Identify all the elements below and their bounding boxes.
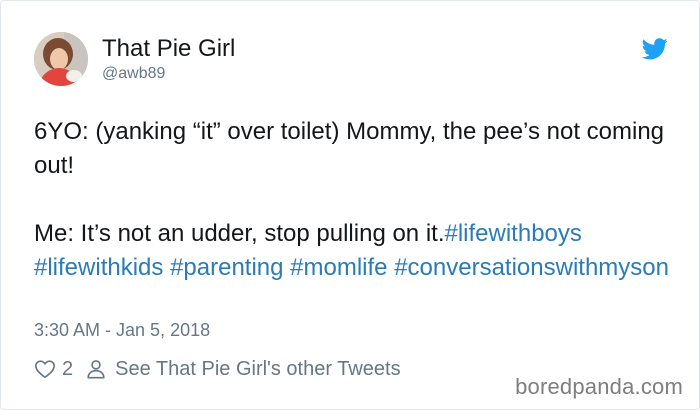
tweet-line-1: 6YO: (yanking “it” over toilet) Mommy, t… [34,118,665,179]
tweet-card: That Pie Girl @awb89 6YO: (yanking “it” … [0,0,700,410]
tweet-timestamp[interactable]: 3:30 AM - Jan 5, 2018 [34,319,210,341]
boredpanda-watermark: boredpanda.com [515,374,683,399]
see-other-tweets-link[interactable]: See That Pie Girl's other Tweets [115,358,400,381]
avatar-image [34,32,88,86]
twitter-bird-icon[interactable] [642,38,668,60]
tweet-text: 6YO: (yanking “it” over toilet) Mommy, t… [34,115,684,285]
person-icon[interactable] [85,358,107,380]
display-name[interactable]: That Pie Girl [102,35,235,63]
hashtag-conversationswithmyson[interactable]: #conversationswithmyson [394,254,669,281]
tweet-line-2-text: Me: It’s not an udder, stop pulling on i… [34,220,445,247]
hashtag-lifewithboys[interactable]: #lifewithboys [444,220,581,247]
tweet-line-2: Me: It’s not an udder, stop pulling on i… [34,217,684,285]
tweet-actions: 2 See That Pie Girl's other Tweets [34,356,401,382]
hashtag-lifewithkids[interactable]: #lifewithkids [34,254,163,281]
hashtag-parenting[interactable]: #parenting [170,254,283,281]
avatar[interactable] [34,32,88,86]
like-count: 2 [62,357,74,380]
heart-icon[interactable] [34,358,56,380]
hashtag-momlife[interactable]: #momlife [290,254,387,281]
user-handle[interactable]: @awb89 [102,64,165,84]
